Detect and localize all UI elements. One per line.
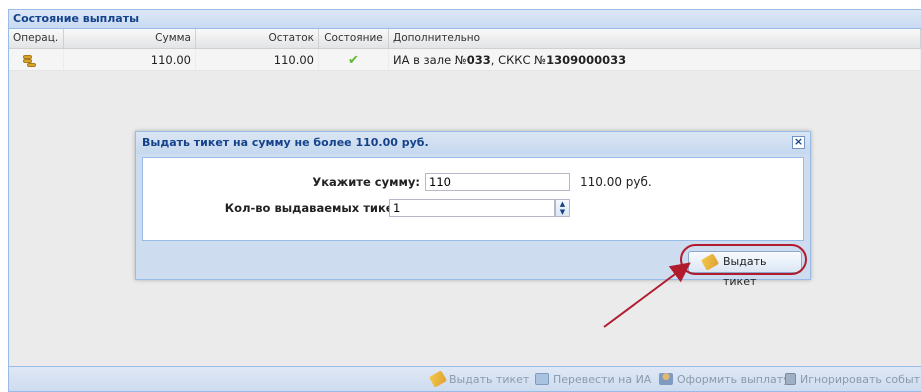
pointer-arrow-icon xyxy=(603,262,691,328)
